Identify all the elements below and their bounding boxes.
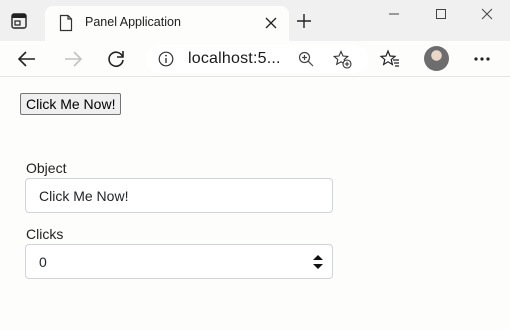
favorites-icon[interactable] (380, 49, 400, 69)
forward-arrow-icon[interactable] (62, 48, 84, 70)
plus-icon[interactable] (296, 13, 312, 29)
clicks-label: Clicks (26, 226, 64, 242)
maximize-icon[interactable] (431, 6, 451, 22)
reload-icon[interactable] (105, 48, 127, 70)
address-bar[interactable]: localhost:5... (146, 45, 368, 73)
object-input[interactable]: Click Me Now! (25, 178, 333, 213)
click-me-button[interactable]: Click Me Now! (20, 93, 122, 115)
url-text[interactable]: localhost:5... (188, 50, 281, 68)
back-arrow-icon[interactable] (16, 48, 38, 70)
tab-panel-application[interactable]: Panel Application (45, 6, 289, 41)
window-close-icon[interactable] (477, 6, 497, 22)
zoom-icon[interactable] (298, 51, 314, 67)
spinner-arrows-icon[interactable] (312, 253, 324, 271)
profile-avatar[interactable] (424, 46, 449, 71)
object-value: Click Me Now! (39, 188, 129, 204)
tab-actions-icon[interactable] (10, 12, 28, 30)
clicks-value: 0 (39, 254, 47, 270)
page-content: Click Me Now! Object Click Me Now! Click… (0, 78, 510, 330)
more-icon[interactable] (472, 51, 492, 67)
page-icon (59, 14, 73, 32)
title-bar: Panel Application (0, 0, 510, 41)
object-label: Object (26, 160, 67, 176)
tab-title: Panel Application (85, 15, 181, 29)
star-add-icon[interactable] (333, 50, 352, 69)
clicks-number-input[interactable]: 0 (25, 244, 333, 279)
info-icon[interactable] (158, 51, 174, 67)
browser-toolbar: localhost:5... (0, 41, 510, 77)
close-icon[interactable] (263, 15, 279, 31)
minimize-icon[interactable] (384, 6, 404, 22)
